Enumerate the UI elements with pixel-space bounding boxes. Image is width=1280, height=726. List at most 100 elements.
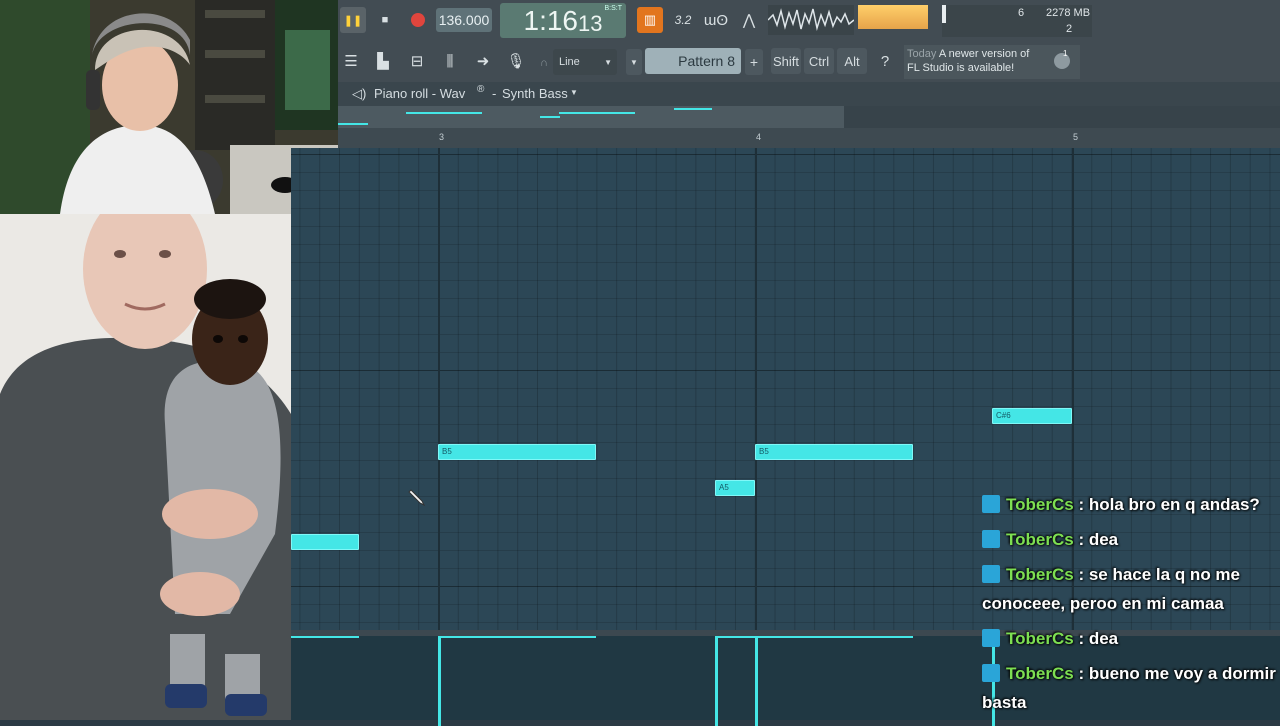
- pause-icon[interactable]: ❚❚: [340, 7, 366, 33]
- piano-roll-titlebar: ◁) Piano roll - Wav ® - Synth Bass ▼: [338, 82, 1280, 106]
- song-position-display[interactable]: 1:16 13 B:S:T: [500, 3, 626, 38]
- chat-username: ToberCs: [1006, 495, 1074, 514]
- note[interactable]: B5: [438, 444, 596, 460]
- hint-text-1: A newer version of: [938, 48, 1030, 60]
- alt-button[interactable]: Alt: [837, 48, 867, 74]
- plus-icon: +: [749, 54, 759, 70]
- bar-line: [438, 148, 440, 630]
- channel-rack-icon[interactable]: ⊟: [404, 48, 430, 74]
- pencil-cursor-icon: [408, 489, 426, 507]
- piano-roll-overview[interactable]: [338, 106, 1280, 128]
- meme-image: [0, 214, 291, 720]
- voices-value: 2: [1066, 23, 1073, 35]
- overview-note: [674, 108, 712, 110]
- chat-message: ToberCs : hola bro en q andas?: [982, 490, 1277, 519]
- overview-note: [338, 123, 368, 125]
- chat-text: : dea: [1078, 629, 1119, 648]
- cpu-value: 6: [1018, 7, 1025, 19]
- wait-input-icon[interactable]: ɯʘ: [703, 7, 729, 33]
- pattern-menu-button[interactable]: ▼: [626, 49, 642, 75]
- help-icon[interactable]: ?: [872, 48, 898, 74]
- pattern-selector[interactable]: Pattern 8: [645, 48, 741, 74]
- chat-message: ToberCs : se hace la q no me conoceee, p…: [982, 560, 1277, 618]
- mixer-icon[interactable]: ⫼: [437, 48, 463, 74]
- chat-username: ToberCs: [1006, 664, 1074, 683]
- moderator-badge-icon: [982, 530, 1000, 548]
- piano-roll-icon[interactable]: ▙: [370, 48, 396, 74]
- velocity-bar: [755, 636, 913, 638]
- chevron-down-icon: ▼: [604, 57, 612, 67]
- record-button[interactable]: [405, 7, 431, 33]
- webcam-image: [0, 0, 338, 214]
- tempo-display[interactable]: 136.000: [436, 8, 492, 32]
- webcam-overlay: [0, 0, 338, 214]
- speaker-icon[interactable]: ◁): [352, 86, 366, 102]
- chat-message: ToberCs : dea: [982, 525, 1277, 554]
- chevron-down-icon[interactable]: ▼: [570, 88, 578, 97]
- shift-button[interactable]: Shift: [771, 48, 801, 74]
- record-icon: [411, 13, 425, 27]
- chat-message: ToberCs : bueno me voy a dormir basta: [982, 659, 1277, 717]
- velocity-bar: [438, 636, 596, 638]
- online-icon: [1054, 53, 1070, 69]
- waveform-icon: [767, 8, 855, 31]
- moderator-badge-icon: [982, 565, 1000, 583]
- note[interactable]: B5: [755, 444, 913, 460]
- notification-count: 1: [1063, 49, 1068, 58]
- add-pattern-button[interactable]: +: [745, 49, 763, 75]
- snap-value: Line: [559, 56, 580, 68]
- metronome-icon[interactable]: ⋀: [736, 7, 762, 33]
- chat-username: ToberCs: [1006, 629, 1074, 648]
- playlist-icon[interactable]: ☰: [338, 48, 364, 74]
- ctrl-button[interactable]: Ctrl: [804, 48, 834, 74]
- velocity-bar: [715, 636, 755, 638]
- cpu-monitor: 6 2278 MB 2: [942, 5, 1092, 37]
- time-unit: B:S:T: [604, 5, 622, 12]
- chat-username: ToberCs: [1006, 565, 1074, 584]
- bar-number: 3: [439, 132, 445, 142]
- moderator-badge-icon: [982, 495, 1000, 513]
- arrow-right-icon[interactable]: ➜: [470, 48, 496, 74]
- velocity-bar[interactable]: [438, 636, 441, 726]
- snap-select[interactable]: Line ▼: [553, 49, 617, 75]
- typing-keyboard-icon[interactable]: ▥: [637, 7, 663, 33]
- moderator-badge-icon: [982, 629, 1000, 647]
- piano-roll-grid[interactable]: B5 B5 A5 C#6: [291, 148, 1280, 630]
- volume-meter: [858, 5, 928, 29]
- title-separator: -: [492, 86, 497, 101]
- velocity-bar: [291, 636, 359, 638]
- bar-line: [755, 148, 757, 630]
- time-sub: 13: [578, 10, 603, 36]
- chevron-down-icon: ▼: [630, 57, 638, 67]
- note[interactable]: [291, 534, 359, 550]
- channel-name[interactable]: Synth Bass: [502, 86, 568, 101]
- settings-icon[interactable]: ®: [477, 84, 484, 95]
- fl-toolbar: ❚❚ ■ 136.000 1:16 13 B:S:T ▥ 3.2 ɯʘ ⋀ 6 …: [338, 0, 1280, 82]
- bar-line: [1072, 148, 1074, 630]
- ram-value: 2278 MB: [1046, 7, 1091, 19]
- moderator-badge-icon: [982, 664, 1000, 682]
- overview-note: [406, 112, 482, 114]
- chat-text: : hola bro en q andas?: [1078, 495, 1260, 514]
- chat-text: : dea: [1078, 530, 1119, 549]
- tempo-ratio-button[interactable]: 3.2: [670, 7, 696, 33]
- overview-note: [559, 112, 635, 114]
- time-main: 1:16: [523, 4, 579, 36]
- chat-username: ToberCs: [1006, 530, 1074, 549]
- microphone-icon[interactable]: 🎙: [503, 48, 529, 74]
- note[interactable]: A5: [715, 480, 755, 496]
- note[interactable]: C#6: [992, 408, 1072, 424]
- oscilloscope: [767, 5, 855, 35]
- stop-icon[interactable]: ■: [372, 7, 398, 33]
- overview-scroll-window[interactable]: [338, 106, 844, 128]
- velocity-bar[interactable]: [715, 636, 718, 726]
- hint-bar[interactable]: Today A newer version of FL Studio is av…: [904, 45, 1080, 79]
- piano-roll-title: Piano roll - Wav: [374, 86, 466, 101]
- cpu-bar: [942, 5, 946, 23]
- overview-note: [540, 116, 560, 118]
- bar-number: 5: [1073, 132, 1079, 142]
- meme-image-overlay: [0, 214, 291, 720]
- velocity-bar[interactable]: [755, 636, 758, 726]
- hint-today: Today: [907, 48, 937, 60]
- timeline-ruler[interactable]: 3 4 5: [338, 128, 1280, 148]
